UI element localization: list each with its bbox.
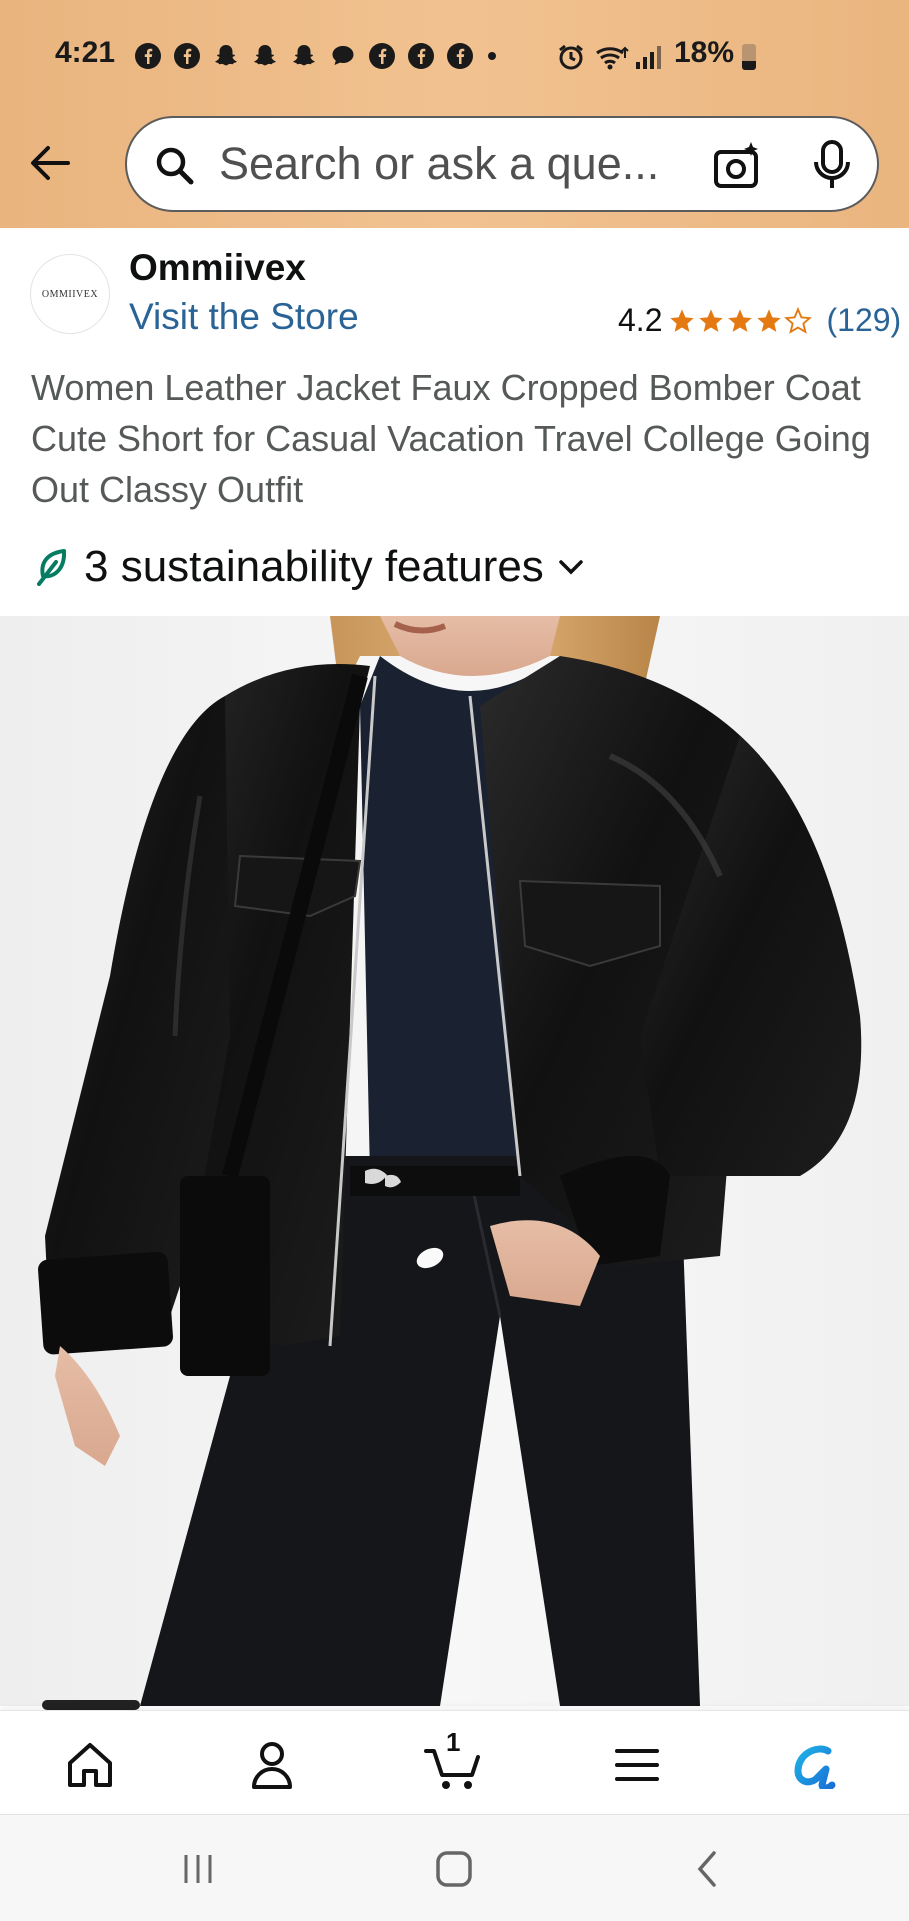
nav-rufus[interactable] — [782, 1733, 852, 1797]
jacket-photo — [0, 616, 909, 1706]
facebook-icon — [134, 42, 165, 71]
camera-search-icon[interactable] — [711, 140, 763, 197]
sustainability-features-link[interactable]: 3 sustainability features — [36, 542, 584, 592]
alarm-icon — [556, 42, 586, 77]
home-square-icon — [436, 1851, 472, 1887]
account-icon — [252, 1742, 292, 1789]
rufus-icon — [794, 1745, 836, 1789]
cart-count: 1 — [446, 1727, 461, 1757]
facebook-icon — [368, 42, 399, 71]
microphone-icon[interactable] — [809, 138, 855, 197]
battery-icon — [742, 44, 756, 70]
brand-name: Ommiivex — [129, 247, 306, 288]
nav-home[interactable] — [55, 1733, 125, 1797]
system-back-button[interactable] — [692, 1849, 722, 1894]
product-image[interactable] — [0, 616, 909, 1706]
battery-text: 18% — [674, 36, 735, 69]
rating-value: 4.2 — [618, 302, 663, 338]
recent-apps-button[interactable] — [180, 1851, 216, 1892]
search-icon — [153, 144, 197, 193]
brand-logo[interactable]: OMMIIVEX — [30, 254, 110, 334]
bottom-navigation: 1 — [0, 1710, 909, 1815]
snapchat-icon — [212, 42, 243, 71]
star-full-icon — [670, 308, 695, 332]
chat-icon — [329, 42, 360, 71]
system-navigation-bar — [0, 1814, 909, 1921]
sustainability-text: 3 sustainability features — [84, 542, 544, 591]
home-button[interactable] — [434, 1849, 474, 1894]
chevron-left-icon — [697, 1851, 716, 1887]
dot-icon — [485, 42, 499, 71]
image-carousel-indicator — [42, 1700, 140, 1710]
rating-count: (129) — [826, 302, 902, 338]
star-rating — [668, 306, 813, 335]
menu-icon — [615, 1749, 659, 1781]
notification-icons — [134, 42, 499, 71]
product-title: Women Leather Jacket Faux Cropped Bomber… — [31, 367, 871, 510]
signal-icon — [634, 44, 666, 75]
facebook-icon — [446, 42, 477, 71]
brand-logo-text: OMMIIVEX — [41, 288, 99, 300]
search-input[interactable]: Search or ask a que... — [125, 116, 879, 212]
status-time: 4:21 — [55, 36, 116, 69]
recent-apps-icon — [184, 1855, 212, 1883]
wifi-icon — [594, 42, 630, 77]
star-full-icon — [728, 308, 753, 332]
nav-menu[interactable] — [602, 1733, 672, 1797]
leaf-icon — [37, 549, 67, 586]
star-full-icon — [757, 308, 782, 332]
status-bar: 4:21 18% — [0, 0, 909, 112]
visit-store-link[interactable]: Visit the Store — [129, 296, 359, 338]
app-header: 4:21 18% Search or ask a que... — [0, 0, 909, 228]
arrow-left-icon — [31, 146, 70, 180]
chevron-down-icon — [559, 560, 583, 575]
home-icon — [68, 1743, 112, 1787]
back-button[interactable] — [22, 135, 78, 191]
snapchat-icon — [290, 42, 321, 71]
facebook-icon — [407, 42, 438, 71]
facebook-icon — [173, 42, 204, 71]
nav-account[interactable] — [237, 1733, 307, 1797]
star-empty-icon — [784, 306, 813, 334]
star-full-icon — [699, 308, 724, 332]
search-placeholder: Search or ask a que... — [219, 138, 660, 189]
rating-summary[interactable]: 4.2 (129) — [618, 302, 901, 339]
snapchat-icon — [251, 42, 282, 71]
nav-cart[interactable]: 1 — [419, 1727, 489, 1797]
